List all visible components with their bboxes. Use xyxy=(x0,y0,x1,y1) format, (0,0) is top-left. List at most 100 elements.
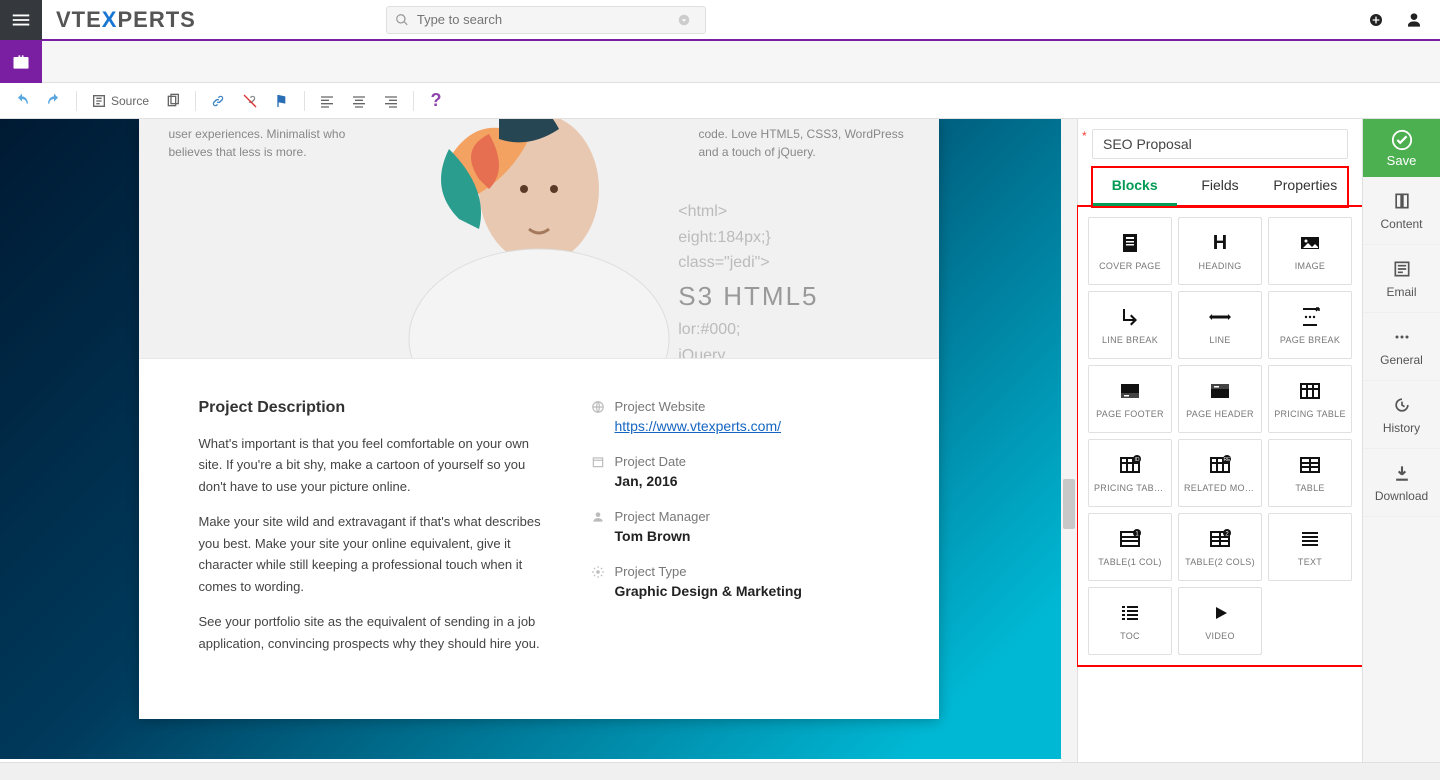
block-label: PAGE FOOTER xyxy=(1096,409,1164,419)
tab-properties[interactable]: Properties xyxy=(1263,167,1348,206)
rail-label: General xyxy=(1380,353,1423,367)
related-module-icon: RE xyxy=(1208,453,1232,477)
link-button[interactable] xyxy=(206,89,230,113)
tab-fields[interactable]: Fields xyxy=(1177,167,1262,206)
help-button[interactable]: ? xyxy=(424,89,448,113)
toc-icon xyxy=(1118,601,1142,625)
align-right-icon xyxy=(383,93,399,109)
search-input[interactable] xyxy=(415,11,677,28)
redo-button[interactable] xyxy=(42,89,66,113)
block-label: RELATED MOD... xyxy=(1184,483,1256,493)
rail-email[interactable]: Email xyxy=(1363,245,1440,313)
block-pricing-table-idc[interactable]: IDPRICING TABL... xyxy=(1088,439,1172,507)
image-icon xyxy=(1298,231,1322,255)
website-link[interactable]: https://www.vtexperts.com/ xyxy=(615,418,782,434)
block-line-break[interactable]: LINE BREAK xyxy=(1088,291,1172,359)
undo-icon xyxy=(14,93,30,109)
document-page[interactable]: user experiences. Minimalist who believe… xyxy=(139,119,939,719)
horizontal-scrollbar[interactable] xyxy=(0,762,1440,780)
text-icon xyxy=(1298,527,1322,551)
block-label: PRICING TABLE xyxy=(1274,409,1346,419)
rail-history[interactable]: History xyxy=(1363,381,1440,449)
menu-button[interactable] xyxy=(0,0,42,40)
block-label: HEADING xyxy=(1198,261,1241,271)
block-table-1col[interactable]: 1TABLE(1 COL) xyxy=(1088,513,1172,581)
undo-button[interactable] xyxy=(10,89,34,113)
desc-p1: What's important is that you feel comfor… xyxy=(199,433,551,497)
block-related-module[interactable]: RE RELATED MOD... xyxy=(1178,439,1262,507)
block-label: LINE xyxy=(1209,335,1230,345)
code-line: class="jedi"> xyxy=(678,250,818,276)
desc-p3: See your portfolio site as the equivalen… xyxy=(199,611,551,654)
rail-general[interactable]: General xyxy=(1363,313,1440,381)
copy-button[interactable] xyxy=(161,89,185,113)
general-icon xyxy=(1392,327,1412,347)
block-line[interactable]: LINE xyxy=(1178,291,1262,359)
align-right-button[interactable] xyxy=(379,89,403,113)
block-toc[interactable]: TOC xyxy=(1088,587,1172,655)
toolbar-sep xyxy=(195,91,196,111)
meta-value: Jan, 2016 xyxy=(615,473,879,489)
block-label: PAGE HEADER xyxy=(1186,409,1254,419)
hero-left-text: user experiences. Minimalist who believe… xyxy=(169,125,369,161)
rail-label: History xyxy=(1383,421,1420,435)
block-video[interactable]: VIDEO xyxy=(1178,587,1262,655)
block-image[interactable]: IMAGE xyxy=(1268,217,1352,285)
block-label: TABLE xyxy=(1295,483,1324,493)
block-heading[interactable]: H HEADING xyxy=(1178,217,1262,285)
document-title-input[interactable] xyxy=(1092,129,1348,159)
link-icon xyxy=(210,93,226,109)
code-line: <html> xyxy=(678,199,818,225)
add-icon[interactable] xyxy=(1368,12,1384,28)
block-table-2cols[interactable]: 2TABLE(2 COLS) xyxy=(1178,513,1262,581)
source-button[interactable]: Source xyxy=(87,89,153,113)
anchor-button[interactable] xyxy=(270,89,294,113)
module-icon[interactable] xyxy=(0,41,42,83)
canvas-scroll[interactable]: user experiences. Minimalist who believe… xyxy=(0,119,1077,762)
block-label: TABLE(2 COLS) xyxy=(1185,557,1255,567)
search-box[interactable] xyxy=(386,6,706,34)
save-button[interactable]: Save xyxy=(1363,119,1440,177)
meta-value: Tom Brown xyxy=(615,528,879,544)
unlink-button[interactable] xyxy=(238,89,262,113)
block-page-break[interactable]: PAGE BREAK xyxy=(1268,291,1352,359)
table-icon xyxy=(1298,453,1322,477)
content-section: Project Description What's important is … xyxy=(139,359,939,718)
block-page-footer[interactable]: PAGE FOOTER xyxy=(1088,365,1172,433)
right-rail: Save Content Email General History Download xyxy=(1362,119,1440,762)
copy-icon xyxy=(165,93,181,109)
tab-blocks[interactable]: Blocks xyxy=(1092,167,1177,206)
block-text[interactable]: TEXT xyxy=(1268,513,1352,581)
email-icon xyxy=(1392,259,1412,279)
toolbar-sep xyxy=(413,91,414,111)
line-icon xyxy=(1208,305,1232,329)
globe-icon xyxy=(591,400,605,414)
align-left-button[interactable] xyxy=(315,89,339,113)
table-1col-icon: 1 xyxy=(1118,527,1142,551)
align-center-button[interactable] xyxy=(347,89,371,113)
code-line: iQuery xyxy=(678,343,818,359)
block-table[interactable]: TABLE xyxy=(1268,439,1352,507)
hero-art-icon xyxy=(389,119,689,359)
desc-p2: Make your site wild and extravagant if t… xyxy=(199,511,551,597)
svg-text:H: H xyxy=(1213,232,1227,254)
block-page-header[interactable]: PAGE HEADER xyxy=(1178,365,1262,433)
svg-text:ID: ID xyxy=(1135,457,1140,463)
vertical-scrollbar[interactable] xyxy=(1061,119,1077,762)
code-line: lor:#000; xyxy=(678,317,818,343)
chevron-down-icon[interactable] xyxy=(677,13,691,27)
content-icon xyxy=(1392,191,1412,211)
toolbar-sep xyxy=(76,91,77,111)
block-label: IMAGE xyxy=(1295,261,1326,271)
rail-download[interactable]: Download xyxy=(1363,449,1440,517)
panel-header: * Blocks Fields Properties xyxy=(1078,119,1362,207)
rail-label: Content xyxy=(1380,217,1422,231)
scrollbar-thumb[interactable] xyxy=(1063,479,1075,529)
rail-content[interactable]: Content xyxy=(1363,177,1440,245)
svg-text:RE: RE xyxy=(1224,457,1232,463)
block-pricing-table[interactable]: PRICING TABLE xyxy=(1268,365,1352,433)
user-icon[interactable] xyxy=(1406,12,1422,28)
redo-icon xyxy=(46,93,62,109)
meta-website: Project Website https://www.vtexperts.co… xyxy=(591,399,879,434)
block-cover-page[interactable]: COVER PAGE xyxy=(1088,217,1172,285)
